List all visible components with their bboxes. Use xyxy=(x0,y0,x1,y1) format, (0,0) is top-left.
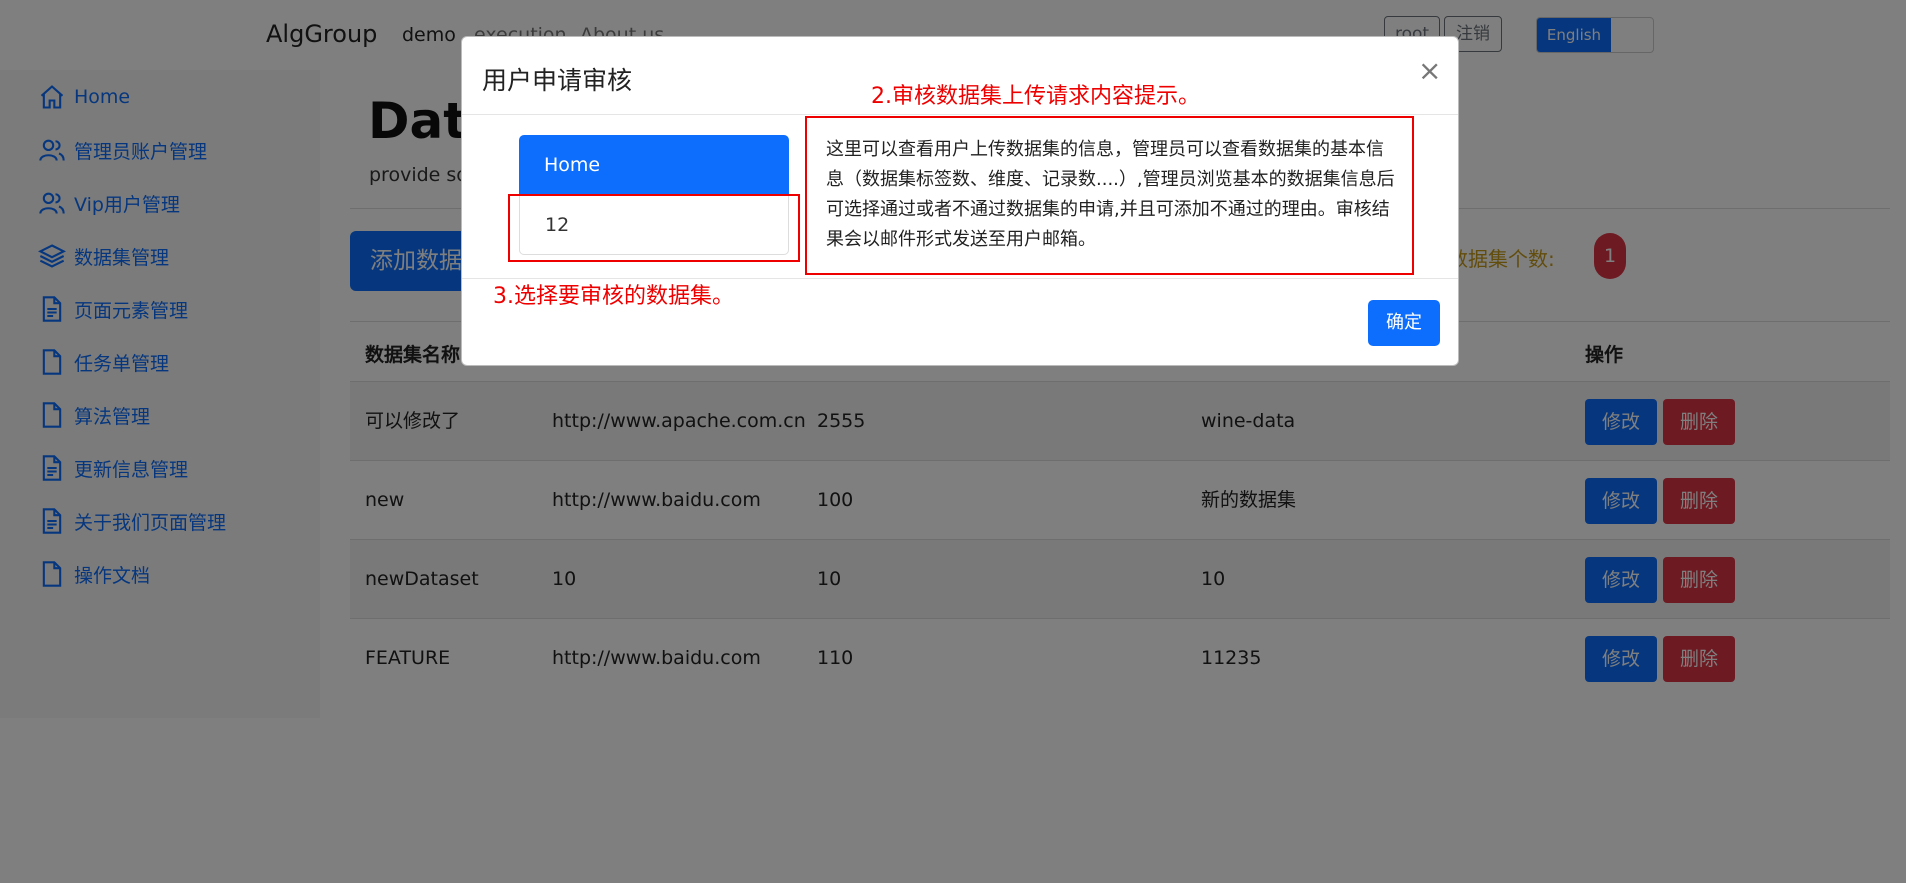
annotation-box-dataset-list xyxy=(508,194,800,262)
modal-title: 用户申请审核 xyxy=(482,66,633,95)
close-icon[interactable]: × xyxy=(1418,57,1441,85)
dataset-list-item-active[interactable]: Home xyxy=(519,135,789,195)
divider xyxy=(462,114,1458,115)
annotation-note-3: 3.选择要审核的数据集。 xyxy=(493,284,734,309)
confirm-button[interactable]: 确定 xyxy=(1368,300,1440,346)
annotation-note-2: 2.审核数据集上传请求内容提示。 xyxy=(871,84,1200,109)
annotation-box-info xyxy=(805,116,1414,275)
